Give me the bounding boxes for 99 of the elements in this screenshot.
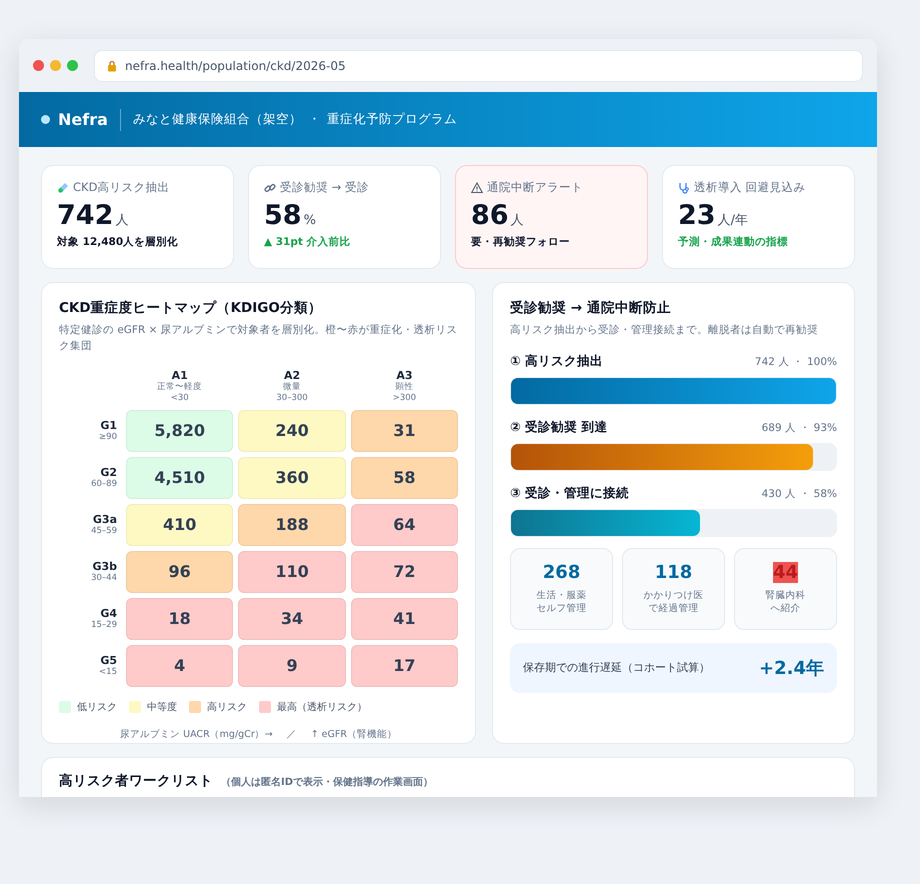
- row-code: G1: [100, 418, 117, 432]
- kpi-note: 対象 12,480人を層別化: [57, 235, 180, 249]
- effect-label: 保存期での進行遅延（コホート試算）: [523, 660, 710, 676]
- kpi-value: 86: [471, 200, 509, 231]
- kpi-unit: 人/年: [718, 212, 748, 229]
- heatmap-cell: 4: [126, 644, 234, 687]
- kpi-unit: %: [304, 213, 316, 228]
- kpi-label: CKD高リスク抽出: [73, 180, 170, 195]
- minimize-dot-icon[interactable]: [50, 60, 61, 71]
- worklist-note: （個人は匿名IDで表示・保健指導の作業画面）: [221, 775, 434, 789]
- heatmap-cell: 410: [126, 504, 234, 546]
- outcome-value: 44: [772, 562, 798, 583]
- row-code: G3b: [92, 560, 117, 573]
- row-range: 15–29: [91, 620, 117, 631]
- column-range: <30: [170, 392, 189, 404]
- outcome-label: へ紹介: [770, 602, 800, 616]
- worklist-title: 高リスク者ワークリスト: [59, 772, 213, 790]
- axis-separator: ／: [286, 728, 297, 741]
- outcome-label: セルフ管理: [536, 602, 587, 616]
- heatmap-cell: 34: [238, 598, 346, 640]
- column-code: A3: [396, 368, 412, 382]
- column-name: 正常〜軽度: [157, 382, 202, 393]
- kpi-label: 通院中断アラート: [487, 180, 583, 195]
- heatmap-cell: 41: [350, 598, 458, 640]
- legend-label: 中等度: [147, 700, 177, 714]
- step-reading: 430 人 ・ 58%: [762, 486, 837, 501]
- outcome-value: 268: [542, 562, 580, 583]
- panel-subtitle: 高リスク抽出から受診・管理接続まで。離脱者は自動で再勧奨: [510, 323, 820, 338]
- row-code: G4: [100, 606, 117, 620]
- row-code: G5: [100, 654, 117, 667]
- test-tube-icon: [57, 182, 69, 194]
- kpi-unit: 人: [510, 212, 524, 229]
- kpi-label: 透析導入 回避見込み: [694, 180, 806, 195]
- lock-icon: [107, 60, 117, 72]
- row-range: 60–89: [91, 478, 117, 490]
- outcome-value: 118: [654, 562, 692, 583]
- heatmap-cell: 360: [238, 456, 346, 499]
- row-code: G3a: [92, 512, 117, 526]
- step-label: ② 受診勧奨 到達: [510, 418, 608, 436]
- panel-subtitle: 特定健診の eGFR × 尿アルブミンで対象者を層別化。橙〜赤が重症化・透析リスク集団: [59, 323, 458, 354]
- row-range: ≥90: [99, 432, 117, 443]
- heatmap-cell: 58: [350, 456, 458, 499]
- outcome-label: 生活・服薬: [536, 588, 587, 602]
- warning-icon: [471, 182, 483, 194]
- org-name: みなと健康保険組合（架空）: [132, 111, 302, 128]
- outcome-label: で経過管理: [648, 602, 699, 616]
- column-name: 微量: [283, 382, 302, 393]
- heatmap-cell: 17: [350, 644, 458, 687]
- maximize-dot-icon[interactable]: [67, 60, 78, 71]
- kpi-unit: 人: [115, 212, 128, 229]
- address-bar[interactable]: nefra.health/population/ckd/2026-05: [94, 50, 863, 82]
- kpi-note: 予測・成果連動の指標: [678, 235, 789, 249]
- step-reading: 689 人 ・ 93%: [762, 420, 837, 435]
- outcome-label: 腎臓内科: [766, 588, 806, 602]
- legend-label: 最高（透析リスク）: [277, 700, 367, 714]
- legend-label: 低リスク: [77, 700, 117, 714]
- row-range: <15: [99, 666, 117, 678]
- heatmap-cell: 188: [238, 504, 346, 546]
- heatmap-cell: 4,510: [126, 456, 234, 499]
- column-name: 顕性: [395, 382, 414, 393]
- link-icon: [264, 182, 276, 194]
- heatmap-cell: 18: [126, 598, 234, 640]
- column-code: A1: [172, 368, 188, 382]
- effect-value: +2.4年: [759, 656, 824, 680]
- brand-dot-icon: [41, 115, 50, 124]
- heatmap-cell: 240: [238, 410, 346, 452]
- header-separator: ・: [308, 111, 321, 128]
- program-name: 重症化予防プログラム: [326, 111, 457, 128]
- heatmap-cell: 31: [350, 410, 458, 452]
- column-range: >300: [392, 392, 416, 404]
- x-axis-note: 尿アルブミン UACR（mg/gCr）→: [120, 728, 273, 741]
- kpi-value: 742: [57, 200, 114, 231]
- heatmap-cell: 5,820: [126, 410, 234, 452]
- legend-label: 高リスク: [207, 700, 247, 714]
- kpi-note: 要・再勧奨フォロー: [471, 235, 571, 249]
- kpi-note: ▲ 31pt 介入前比: [264, 235, 352, 249]
- kpi-value: 23: [678, 200, 716, 231]
- column-range: 30–300: [276, 392, 308, 404]
- row-range: 45–59: [91, 526, 117, 537]
- heatmap-cell: 96: [126, 550, 234, 593]
- y-axis-note: ↑ eGFR（腎機能）: [310, 728, 397, 741]
- heatmap-cell: 9: [238, 644, 346, 687]
- row-range: 30–44: [91, 572, 117, 584]
- close-dot-icon[interactable]: [33, 60, 44, 71]
- stethoscope-icon: [678, 182, 690, 194]
- outcome-label: かかりつけ医: [644, 588, 704, 602]
- panel-title: 受診勧奨 → 通院中断防止: [510, 299, 672, 317]
- step-label: ① 高リスク抽出: [510, 352, 604, 370]
- row-code: G2: [100, 466, 117, 479]
- panel-title: CKD重症度ヒートマップ（KDIGO分類）: [59, 299, 323, 317]
- column-code: A2: [284, 368, 300, 382]
- heatmap-cell: 72: [350, 550, 458, 593]
- step-label: ③ 受診・管理に接続: [510, 484, 630, 502]
- step-reading: 742 人 ・ 100%: [754, 354, 837, 369]
- kpi-label: 受診勧奨 → 受診: [280, 180, 369, 195]
- heatmap-cell: 110: [238, 550, 346, 593]
- brand-name: Nefra: [58, 110, 108, 129]
- heatmap-cell: 64: [350, 504, 458, 546]
- kpi-value: 58: [264, 200, 302, 231]
